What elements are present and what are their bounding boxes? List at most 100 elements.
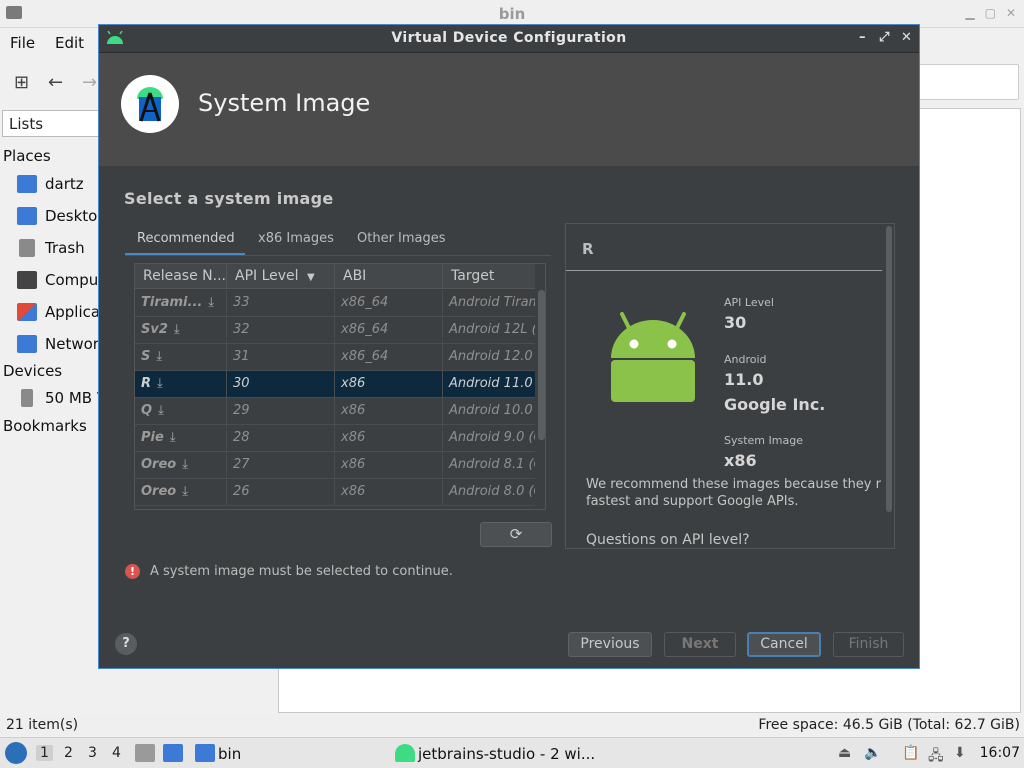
start-menu-icon[interactable] xyxy=(5,742,27,764)
side-pane-select[interactable]: Lists xyxy=(2,110,112,137)
dialog-header: System Image xyxy=(99,53,919,166)
places-header: Places xyxy=(3,147,51,165)
android-version: 11.0 xyxy=(724,370,764,389)
task-bin[interactable]: bin xyxy=(218,745,241,763)
detail-scrollbar[interactable] xyxy=(886,226,892,512)
release-name-cell: Sv2 ⤓ xyxy=(135,317,227,344)
workspace-1[interactable]: 1 xyxy=(36,745,53,761)
abi-cell: x86_64 xyxy=(335,344,443,371)
next-button[interactable]: Next xyxy=(664,632,736,657)
window-title: bin xyxy=(498,5,526,23)
target-cell: Android 8.1 (Google APIs) xyxy=(449,457,535,472)
maximize-icon[interactable]: ▢ xyxy=(985,6,996,20)
target-cell: Android 8.0 (Google APIs) xyxy=(449,484,535,499)
forward-arrow-icon[interactable]: → xyxy=(82,72,97,93)
target-cell: Android 10.0 (Google APIs) xyxy=(449,403,535,418)
trash-icon xyxy=(19,239,35,257)
sidebar-item-desktop[interactable]: Desktop xyxy=(17,204,107,228)
clock: 16:07 xyxy=(979,745,1020,761)
download-icon[interactable]: ⤓ xyxy=(174,322,180,337)
release-name-cell: R ⤓ xyxy=(135,371,227,398)
eject-icon[interactable]: ⏏ xyxy=(838,745,851,761)
column-target[interactable]: Target xyxy=(443,264,535,289)
target-cell: Android 9.0 (Google APIs) xyxy=(449,430,535,445)
sort-desc-icon: ▼ xyxy=(307,272,315,283)
tab-x86-images[interactable]: x86 Images xyxy=(258,231,334,246)
file-manager-launcher-icon[interactable] xyxy=(135,744,155,762)
abi-cell: x86 xyxy=(335,425,443,452)
download-icon[interactable]: ⤓ xyxy=(157,376,163,391)
menu-edit[interactable]: Edit xyxy=(55,34,84,52)
download-icon[interactable]: ⤓ xyxy=(170,430,176,445)
page-title: System Image xyxy=(198,89,371,117)
sidebar-item-trash[interactable]: Trash xyxy=(17,236,85,260)
system-image-table[interactable]: Release N... API Level ▼ ABI Target Tira… xyxy=(134,263,546,510)
column-release-name[interactable]: Release N... xyxy=(135,264,227,289)
previous-button[interactable]: Previous xyxy=(568,632,652,657)
updates-icon[interactable]: ⬇ xyxy=(954,745,966,761)
android-robot-icon xyxy=(611,312,695,402)
computer-icon xyxy=(17,271,37,289)
download-icon[interactable]: ⤓ xyxy=(158,403,164,418)
finish-button[interactable]: Finish xyxy=(833,632,904,657)
item-count: 21 item(s) xyxy=(6,717,79,733)
volume-icon[interactable]: 🔈 xyxy=(864,745,881,761)
detail-divider xyxy=(566,270,882,271)
table-scrollbar[interactable] xyxy=(538,290,545,440)
task-jetbrains-studio[interactable]: jetbrains-studio - 2 wi... xyxy=(418,745,595,763)
android-studio-icon xyxy=(395,744,415,762)
network-icon xyxy=(17,335,37,353)
path-bar[interactable] xyxy=(915,64,1019,100)
workspace-2[interactable]: 2 xyxy=(64,745,73,761)
vendor: Google Inc. xyxy=(724,395,826,414)
minimize-icon[interactable]: – xyxy=(859,30,866,45)
recommendation-text: We recommend these images because they r xyxy=(586,477,881,492)
api-level-value: 30 xyxy=(724,313,747,332)
table-row[interactable]: Sv2⤓32x86_64 Android 12L (Google APIs) xyxy=(135,317,535,344)
back-arrow-icon[interactable]: ← xyxy=(48,72,63,93)
api-level-help-link[interactable]: Questions on API level? xyxy=(586,532,750,548)
download-icon[interactable]: ⤓ xyxy=(182,457,188,472)
sidebar-item-home[interactable]: dartz xyxy=(17,172,84,196)
refresh-button[interactable]: ⟳ xyxy=(480,522,552,547)
error-message: ! A system image must be selected to con… xyxy=(125,564,453,579)
download-icon[interactable]: ⤓ xyxy=(156,349,162,364)
table-row[interactable]: Q⤓29x86 Android 10.0 (Google APIs) xyxy=(135,398,535,425)
close-icon[interactable]: ✕ xyxy=(901,30,912,45)
tab-recommended[interactable]: Recommended xyxy=(137,231,235,246)
tab-other-images[interactable]: Other Images xyxy=(357,231,446,246)
workspace-4[interactable]: 4 xyxy=(112,745,121,761)
help-button[interactable]: ? xyxy=(115,633,137,655)
close-icon[interactable]: ✕ xyxy=(1006,6,1016,20)
recommendation-text-2: fastest and support Google APIs. xyxy=(586,494,799,509)
table-row[interactable]: Tirami...⤓33x86_64 Android Tiramisu xyxy=(135,290,535,317)
menu-file[interactable]: File xyxy=(10,34,35,52)
new-tab-icon[interactable]: ⊞ xyxy=(14,72,29,93)
clipboard-icon[interactable]: 📋 xyxy=(902,745,919,761)
download-icon[interactable]: ⤓ xyxy=(208,295,214,310)
release-name-cell: S ⤓ xyxy=(135,344,227,371)
sidebar-item-network[interactable]: Network xyxy=(17,332,108,356)
network-tray-icon[interactable]: 🖧 xyxy=(928,745,944,768)
column-api-level[interactable]: API Level ▼ xyxy=(227,264,335,289)
target-cell: Android 11.0 (Google APIs) xyxy=(449,376,535,391)
show-desktop-icon[interactable] xyxy=(163,744,183,762)
folder-task-icon xyxy=(195,744,215,762)
cancel-button[interactable]: Cancel xyxy=(747,632,821,657)
minimize-icon[interactable]: ▁ xyxy=(965,6,974,20)
workspace-3[interactable]: 3 xyxy=(88,745,97,761)
table-row[interactable]: Pie⤓28x86 Android 9.0 (Google APIs) xyxy=(135,425,535,452)
devices-header: Devices xyxy=(3,362,63,380)
table-row[interactable]: Oreo⤓26x86 Android 8.0 (Google APIs) xyxy=(135,479,535,506)
api-level-cell: 32 xyxy=(227,317,335,344)
restore-icon[interactable]: ⤢ xyxy=(879,30,889,45)
download-icon[interactable]: ⤓ xyxy=(182,484,188,499)
table-row[interactable]: S⤓31x86_64 Android 12.0 (Google APIs) xyxy=(135,344,535,371)
target-cell: Android 12L (Google APIs) xyxy=(449,322,535,337)
table-row[interactable]: Oreo⤓27x86 Android 8.1 (Google APIs) xyxy=(135,452,535,479)
android-studio-logo xyxy=(121,75,179,133)
column-abi[interactable]: ABI xyxy=(335,264,443,289)
release-name-cell: Oreo ⤓ xyxy=(135,479,227,506)
abi-cell: x86 xyxy=(335,371,443,398)
table-row[interactable]: R⤓30x86 Android 11.0 (Google APIs) xyxy=(135,371,535,398)
